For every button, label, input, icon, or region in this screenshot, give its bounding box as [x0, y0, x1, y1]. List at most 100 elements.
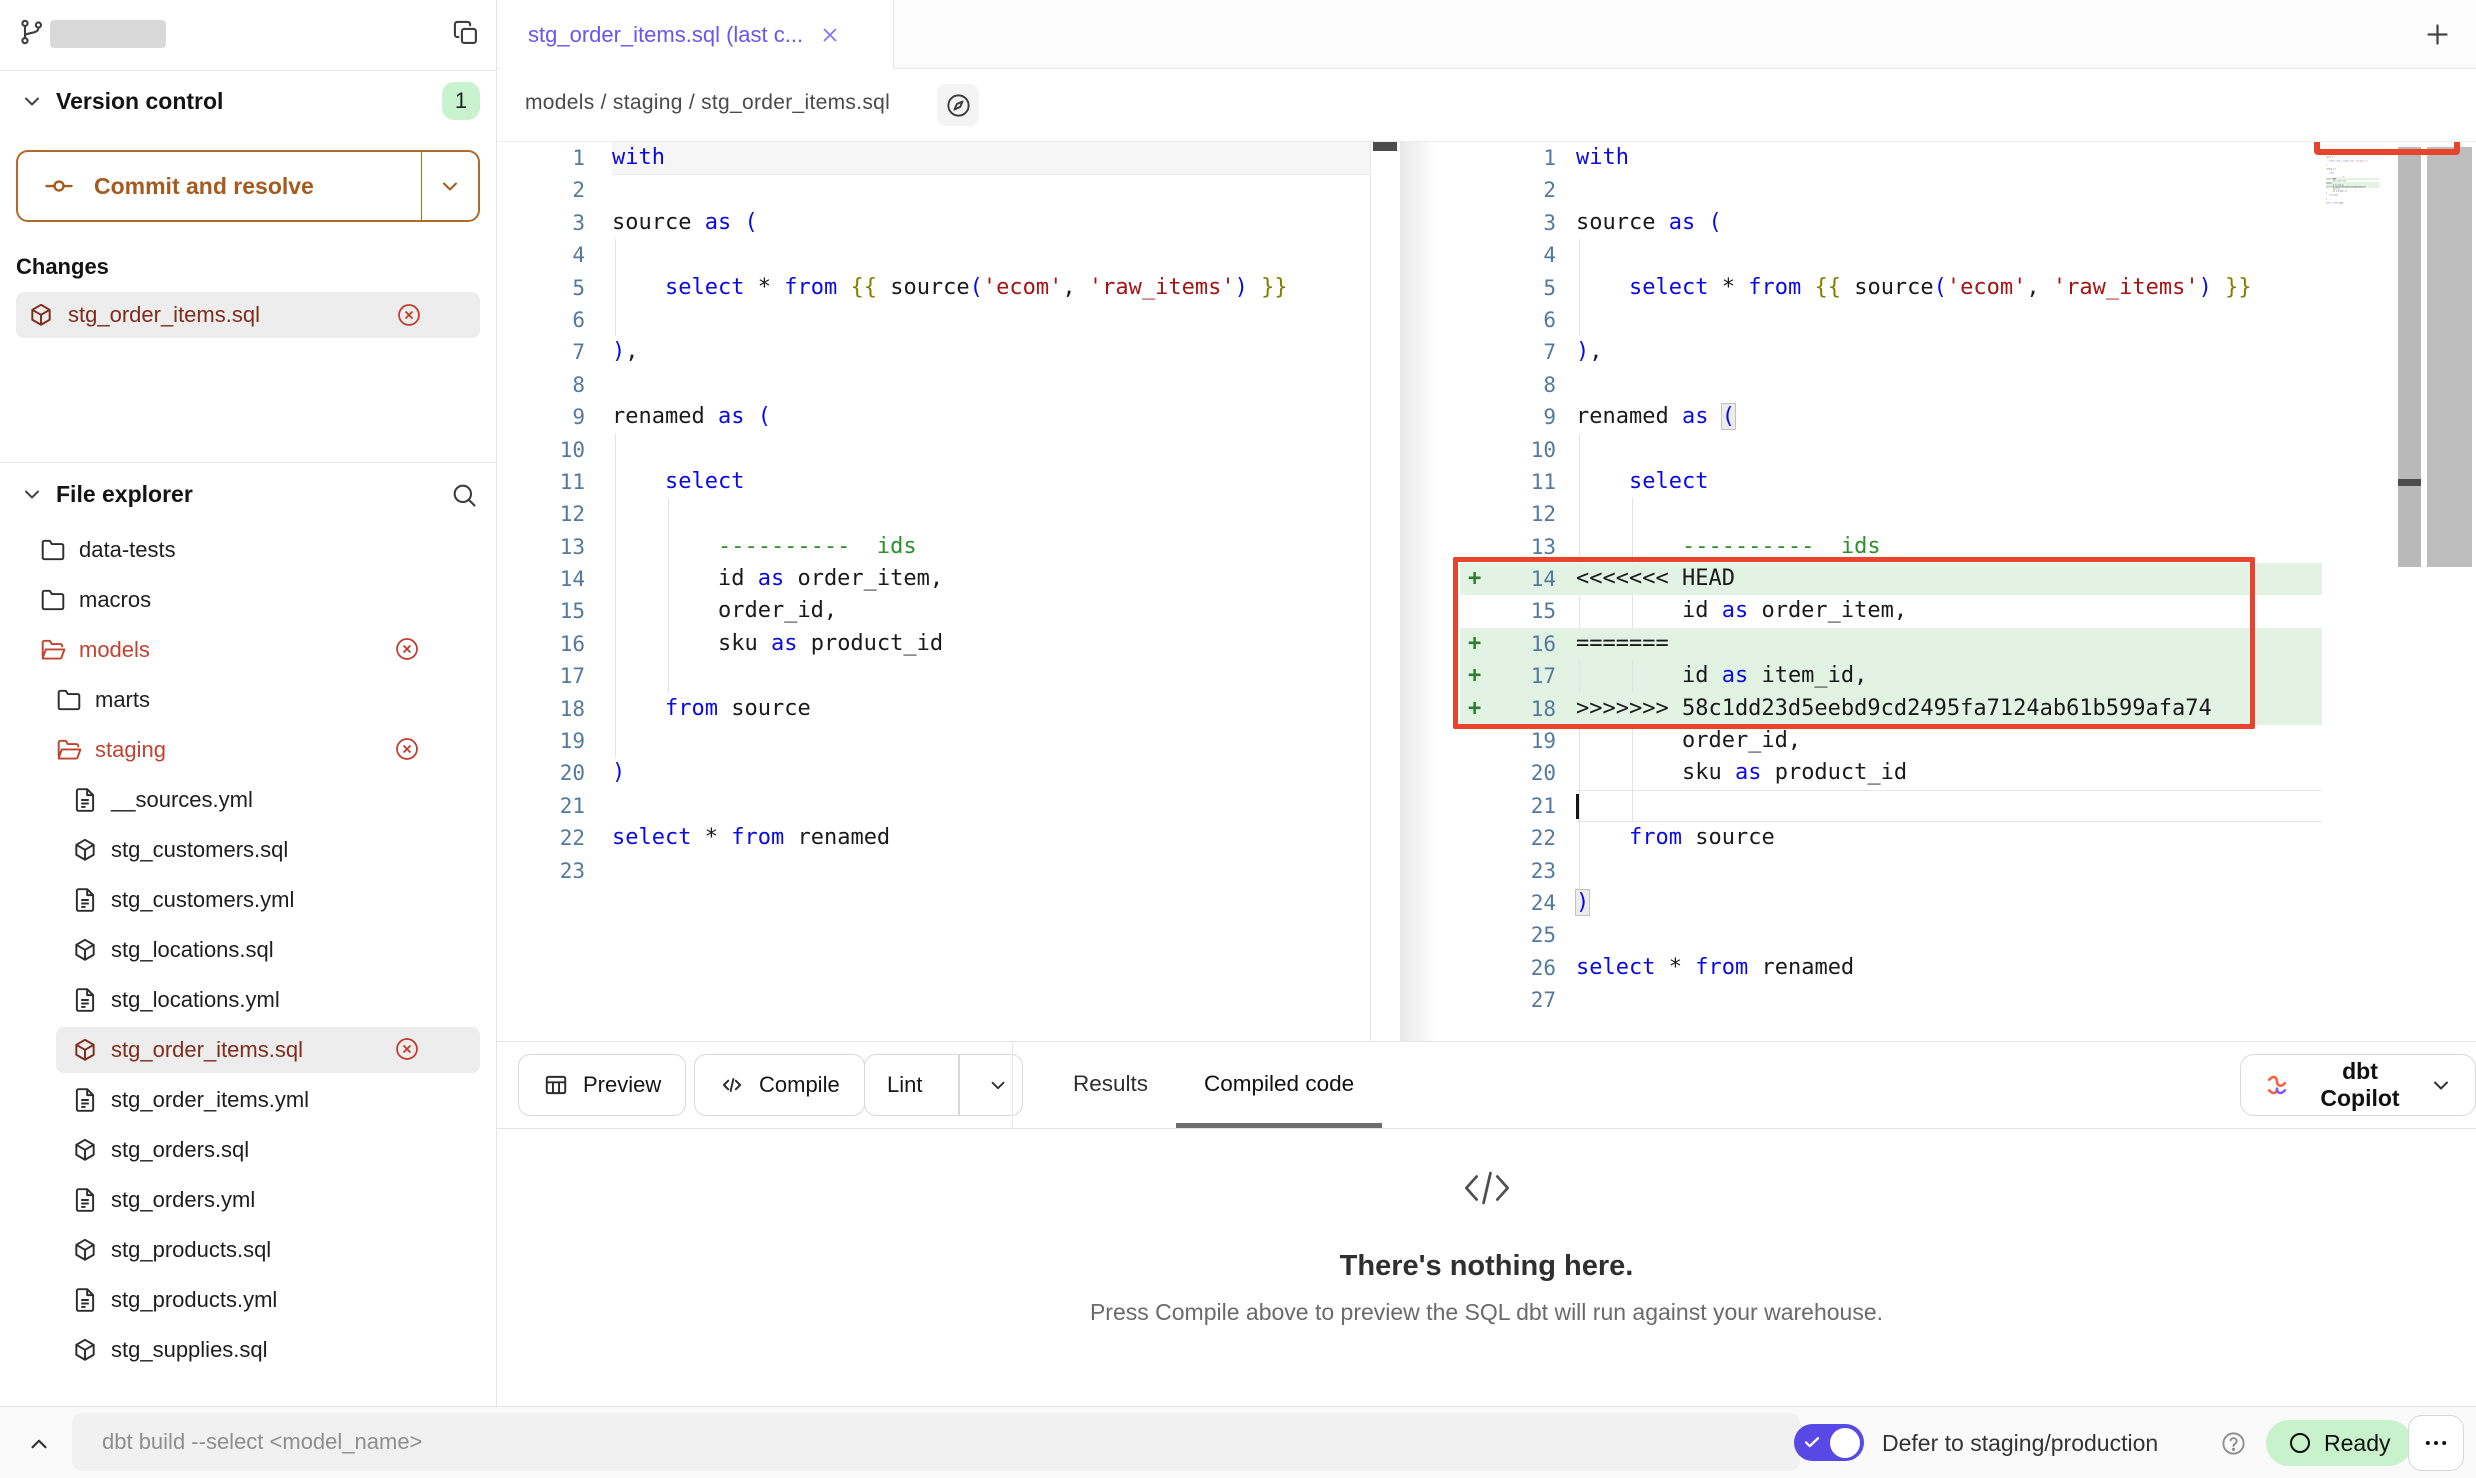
close-icon[interactable] [819, 24, 841, 46]
code-line-11[interactable]: 11 select [1460, 466, 2322, 498]
compile-button[interactable]: Compile [694, 1054, 865, 1116]
search-icon[interactable] [450, 481, 478, 509]
diff-added-marker [1460, 272, 1494, 304]
line-number: 4 [497, 239, 612, 271]
minimap[interactable]: 1with23source as (45 select * from {{ so… [2326, 152, 2390, 302]
lint-dropdown-button[interactable] [974, 1074, 1022, 1096]
lint-label: Lint [865, 1072, 944, 1098]
chevron-down-icon[interactable] [20, 482, 44, 506]
git-branch-icon[interactable] [18, 18, 46, 46]
dbt-copilot-button[interactable]: dbt Copilot [2240, 1054, 2476, 1116]
line-number: 18 [497, 693, 612, 725]
compile-label: Compile [759, 1072, 840, 1098]
file-explorer-item-stg_order_items.yml[interactable]: stg_order_items.yml [0, 1075, 496, 1125]
code-line-25[interactable]: 25 [1460, 919, 2322, 951]
tab-compiled-code[interactable]: Compiled code [1176, 1042, 1382, 1128]
file-icon [72, 1187, 98, 1213]
file-explorer-item-stg_locations.sql[interactable]: stg_locations.sql [0, 925, 496, 975]
line-number: 25 [1494, 919, 1556, 951]
page-scrollbar[interactable] [2427, 147, 2472, 567]
code-line-1[interactable]: 1with [1460, 142, 2322, 174]
code-line-8[interactable]: 8 [1460, 369, 2322, 401]
file-explorer-item-models[interactable]: models [0, 625, 496, 675]
file-explorer-item-stg_customers.sql[interactable]: stg_customers.sql [0, 825, 496, 875]
file-explorer-item-data-tests[interactable]: data-tests [0, 525, 496, 575]
code-line-19[interactable]: 19 order_id, [1460, 725, 2322, 757]
code-line-20[interactable]: 20 sku as product_id [1460, 757, 2322, 789]
file-explorer-item-stg_supplies.sql[interactable]: stg_supplies.sql [0, 1325, 496, 1375]
diff-editor: 1with23source as (45 select * from {{ so… [497, 142, 2476, 1042]
file-explorer-item-stg_locations.yml[interactable]: stg_locations.yml [0, 975, 496, 1025]
file-name: stg_locations.yml [111, 987, 280, 1013]
code-line-18[interactable]: +18>>>>>>> 58c1dd23d5eebd9cd2495fa7124ab… [1460, 693, 2322, 725]
code-line-10[interactable]: 10 [1460, 434, 2322, 466]
diff-added-marker [1460, 498, 1494, 530]
code-line-19: 19 [497, 725, 1370, 757]
diff-added-marker [1460, 207, 1494, 239]
code-line-16[interactable]: +16======= [1460, 628, 2322, 660]
code-line-21[interactable]: 21 [1460, 790, 2322, 822]
folder-icon [40, 587, 66, 613]
diff-added-marker [1460, 466, 1494, 498]
file-explorer-item-stg_orders.yml[interactable]: stg_orders.yml [0, 1175, 496, 1225]
code-pane-last-commit: 1with23source as (45 select * from {{ so… [497, 142, 1371, 1041]
code-line-2[interactable]: 2 [1460, 174, 2322, 206]
command-input[interactable] [72, 1413, 1800, 1471]
copy-icon[interactable] [452, 19, 480, 47]
code-line-3[interactable]: 3source as ( [1460, 207, 2322, 239]
code-line-12[interactable]: 12 [1460, 498, 2322, 530]
diff-added-marker [1460, 790, 1494, 822]
left-pane-scroll-indicator[interactable] [1373, 142, 1397, 151]
status-circle-icon [2288, 1431, 2312, 1455]
line-number: 15 [497, 595, 612, 627]
file-explorer-item-macros[interactable]: macros [0, 575, 496, 625]
file-explorer-item-__sources.yml[interactable]: __sources.yml [0, 775, 496, 825]
code-line-17[interactable]: +17 id as item_id, [1460, 660, 2322, 692]
code-line-2: 2 [497, 174, 1370, 206]
tab-stg-order-items[interactable]: stg_order_items.sql (last c... [500, 0, 894, 69]
code-line-27[interactable]: 27 [2326, 204, 2379, 206]
file-explorer-item-stg_products.sql[interactable]: stg_products.sql [0, 1225, 496, 1275]
commit-dropdown-button[interactable] [421, 152, 478, 220]
line-number: 26 [1494, 952, 1556, 984]
changed-file-row[interactable]: stg_order_items.sql [16, 292, 480, 338]
code-line-13[interactable]: 13 ---------- ids [1460, 531, 2322, 563]
file-explorer-item-stg_customers.yml[interactable]: stg_customers.yml [0, 875, 496, 925]
code-line-27[interactable]: 27 [1460, 984, 2322, 1016]
chevron-up-icon[interactable] [26, 1431, 52, 1457]
code-line-22[interactable]: 22 from source [1460, 822, 2322, 854]
file-explorer-item-staging[interactable]: staging [0, 725, 496, 775]
file-icon [72, 987, 98, 1013]
file-explorer-item-stg_order_items.sql[interactable]: stg_order_items.sql [0, 1025, 496, 1075]
code-line-24[interactable]: 24) [1460, 887, 2322, 919]
code-line-8: 8 [497, 369, 1370, 401]
code-line-23[interactable]: 23 [1460, 855, 2322, 887]
code-line-6[interactable]: 6 [1460, 304, 2322, 336]
lint-button[interactable]: Lint [864, 1054, 1023, 1116]
line-number: 23 [1494, 855, 1556, 887]
code-line-9[interactable]: 9renamed as ( [1460, 401, 2322, 433]
code-line-7[interactable]: 7), [1460, 336, 2322, 368]
scrollbar-thumb[interactable] [2398, 479, 2421, 486]
tab-results[interactable]: Results [1045, 1042, 1176, 1128]
code-line-15[interactable]: 15 id as order_item, [1460, 595, 2322, 627]
file-explorer-item-marts[interactable]: marts [0, 675, 496, 725]
code-line-23: 23 [497, 855, 1370, 887]
chevron-down-icon[interactable] [20, 89, 44, 113]
file-explorer-item-stg_orders.sql[interactable]: stg_orders.sql [0, 1125, 496, 1175]
defer-toggle[interactable] [1794, 1424, 1864, 1461]
code-line-4[interactable]: 4 [1460, 239, 2322, 271]
file-explorer-item-stg_products.yml[interactable]: stg_products.yml [0, 1275, 496, 1325]
preview-button[interactable]: Preview [518, 1054, 686, 1116]
defer-label: Defer to staging/production [1882, 1407, 2158, 1478]
editor-scrollbar[interactable] [2398, 147, 2421, 567]
commit-and-resolve-button[interactable]: Commit and resolve [16, 150, 480, 222]
new-tab-icon[interactable] [2424, 21, 2451, 48]
toggle-knob [1830, 1428, 1860, 1458]
code-line-5[interactable]: 5 select * from {{ source('ecom', 'raw_i… [1460, 272, 2322, 304]
more-options-button[interactable] [2408, 1415, 2464, 1471]
help-icon[interactable] [2220, 1430, 2247, 1457]
code-line-26[interactable]: 26select * from renamed [1460, 952, 2322, 984]
lineage-icon[interactable] [937, 84, 979, 126]
code-line-14[interactable]: +14<<<<<<< HEAD [1460, 563, 2322, 595]
